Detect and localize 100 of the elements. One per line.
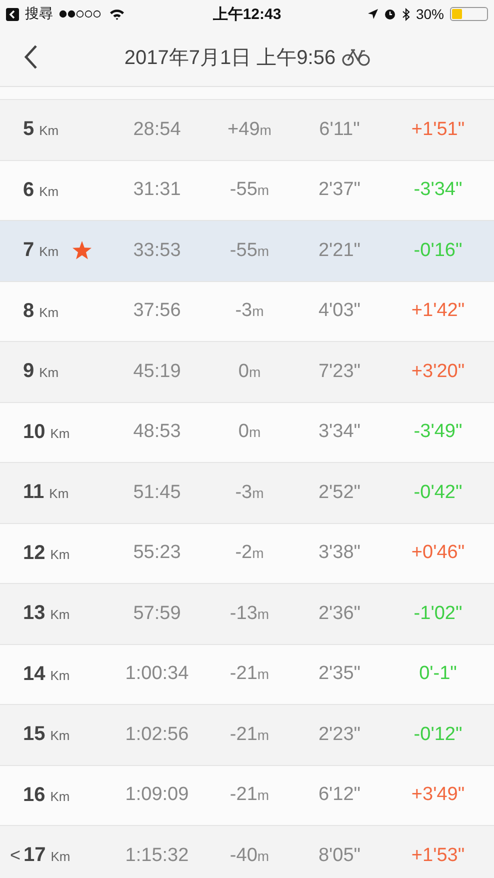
km-number: 14 [23, 662, 46, 686]
split-time: 33:53 [132, 240, 182, 262]
back-app-label[interactable]: 搜尋 [25, 5, 53, 23]
split-row[interactable]: 8 Km 37:56 -3m 4'03" +1'42" [0, 282, 494, 342]
pace-value: 6'12" [317, 784, 362, 806]
pace-value: 8'05" [317, 844, 362, 867]
split-time: 1:00:34 [124, 663, 190, 686]
signal-icon [59, 10, 103, 18]
split-time: 1:09:09 [124, 784, 190, 806]
km-unit: Km [39, 365, 59, 380]
clock-time: 上午12:43 [212, 4, 282, 24]
pace-value: 2'35" [317, 663, 362, 686]
elevation-unit: m [257, 182, 270, 198]
elevation-unit: m [257, 666, 270, 682]
km-unit: Km [50, 546, 70, 562]
km-number: 16 [23, 784, 46, 807]
pace-value: 2'23" [317, 724, 362, 746]
elevation-value: 0 [238, 360, 249, 383]
km-unit: Km [39, 184, 59, 199]
elevation-value: -55 [230, 179, 258, 202]
pace-value: 3'38" [317, 542, 362, 564]
km-unit: Km [39, 123, 59, 138]
pace-difference: 0'-1" [418, 663, 458, 686]
km-unit: Km [50, 426, 70, 441]
split-time: 57:59 [132, 602, 182, 625]
km-number: 17 [24, 844, 46, 868]
split-time: 1:15:32 [124, 844, 190, 867]
pace-value: 2'21" [317, 240, 362, 262]
pace-value: 6'11" [318, 118, 361, 141]
pace-value: 7'23" [317, 360, 362, 383]
elevation-unit: m [257, 848, 270, 864]
pace-difference: -0'12" [412, 724, 464, 746]
km-number: 13 [23, 602, 46, 626]
km-number: 5 [23, 118, 34, 142]
pace-difference: +1'53" [410, 844, 466, 867]
bluetooth-icon [402, 8, 410, 20]
location-arrow-icon [368, 9, 378, 19]
elevation-value: -13 [230, 602, 258, 625]
prefix-mark: < [10, 845, 21, 866]
split-row[interactable]: 16 Km 1:09:09 -21m 6'12" +3'49" [0, 766, 494, 826]
km-number: 10 [23, 420, 46, 444]
elevation-value: +49 [228, 118, 260, 141]
pace-difference: +3'20" [410, 360, 466, 383]
page-title: 2017年7月1日 上午9:56 [124, 46, 336, 70]
split-time: 55:23 [132, 542, 182, 564]
km-unit: Km [50, 849, 70, 864]
km-unit: Km [50, 728, 70, 744]
elevation-value: -21 [230, 724, 258, 746]
split-row[interactable]: 7 Km 33:53 -55m 2'21" -0'16" [0, 221, 494, 282]
km-number: 8 [23, 300, 34, 323]
pace-difference: -3'34" [412, 179, 464, 202]
elevation-value: -40 [230, 844, 258, 867]
pace-difference: +3'49" [410, 784, 466, 806]
split-row[interactable]: 12 Km 55:23 -2m 3'38" +0'46" [0, 524, 494, 584]
km-unit: Km [39, 244, 59, 260]
km-unit: Km [50, 788, 70, 804]
elevation-unit: m [257, 787, 270, 804]
battery-percent: 30% [416, 6, 444, 22]
elevation-value: 0 [238, 421, 249, 444]
elevation-value: -21 [230, 663, 258, 686]
km-number: 6 [23, 178, 34, 202]
km-number: 12 [23, 542, 46, 565]
elevation-unit: m [252, 303, 264, 320]
elevation-unit: m [252, 545, 264, 562]
split-time: 37:56 [132, 300, 182, 322]
elevation-unit: m [260, 122, 272, 138]
elevation-unit: m [252, 484, 264, 501]
pace-difference: -3'49" [412, 421, 464, 444]
elevation-unit: m [248, 424, 261, 440]
elevation-value: -21 [230, 784, 258, 806]
pace-difference: +0'46" [410, 542, 466, 564]
bicycle-icon [342, 48, 370, 66]
split-time: 45:19 [132, 360, 182, 383]
pace-difference: -0'42" [412, 482, 464, 504]
km-number: 11 [23, 481, 44, 504]
battery-icon [450, 7, 488, 21]
back-icon[interactable] [24, 44, 38, 70]
split-row[interactable]: 6 Km 31:31 -55m 2'37" -3'34" [0, 160, 494, 221]
km-number: 9 [23, 360, 34, 384]
pace-difference: -0'16" [412, 240, 464, 262]
elevation-value: -3 [235, 300, 252, 322]
split-row[interactable]: 14 Km 1:00:34 -21m 2'35" 0'-1" [0, 644, 494, 705]
split-row[interactable]: 10 Km 48:53 0m 3'34" -3'49" [0, 402, 494, 463]
split-time: 48:53 [132, 421, 182, 444]
split-time: 1:02:56 [124, 724, 190, 746]
split-time: 28:54 [132, 118, 182, 141]
elevation-value: -3 [235, 482, 252, 504]
pace-difference: -1'02" [412, 602, 464, 625]
pace-value: 3'34" [317, 421, 362, 444]
elevation-unit: m [257, 242, 270, 259]
wifi-icon [109, 8, 125, 20]
elevation-unit: m [257, 606, 270, 622]
pace-value: 4'03" [317, 300, 362, 322]
km-number: 15 [23, 723, 46, 746]
km-number: 7 [23, 239, 34, 262]
elevation-value: -2 [235, 542, 252, 564]
km-unit: Km [49, 486, 69, 502]
km-unit: Km [39, 304, 59, 320]
pace-value: 2'52" [317, 482, 362, 504]
pace-value: 2'37" [317, 179, 362, 202]
